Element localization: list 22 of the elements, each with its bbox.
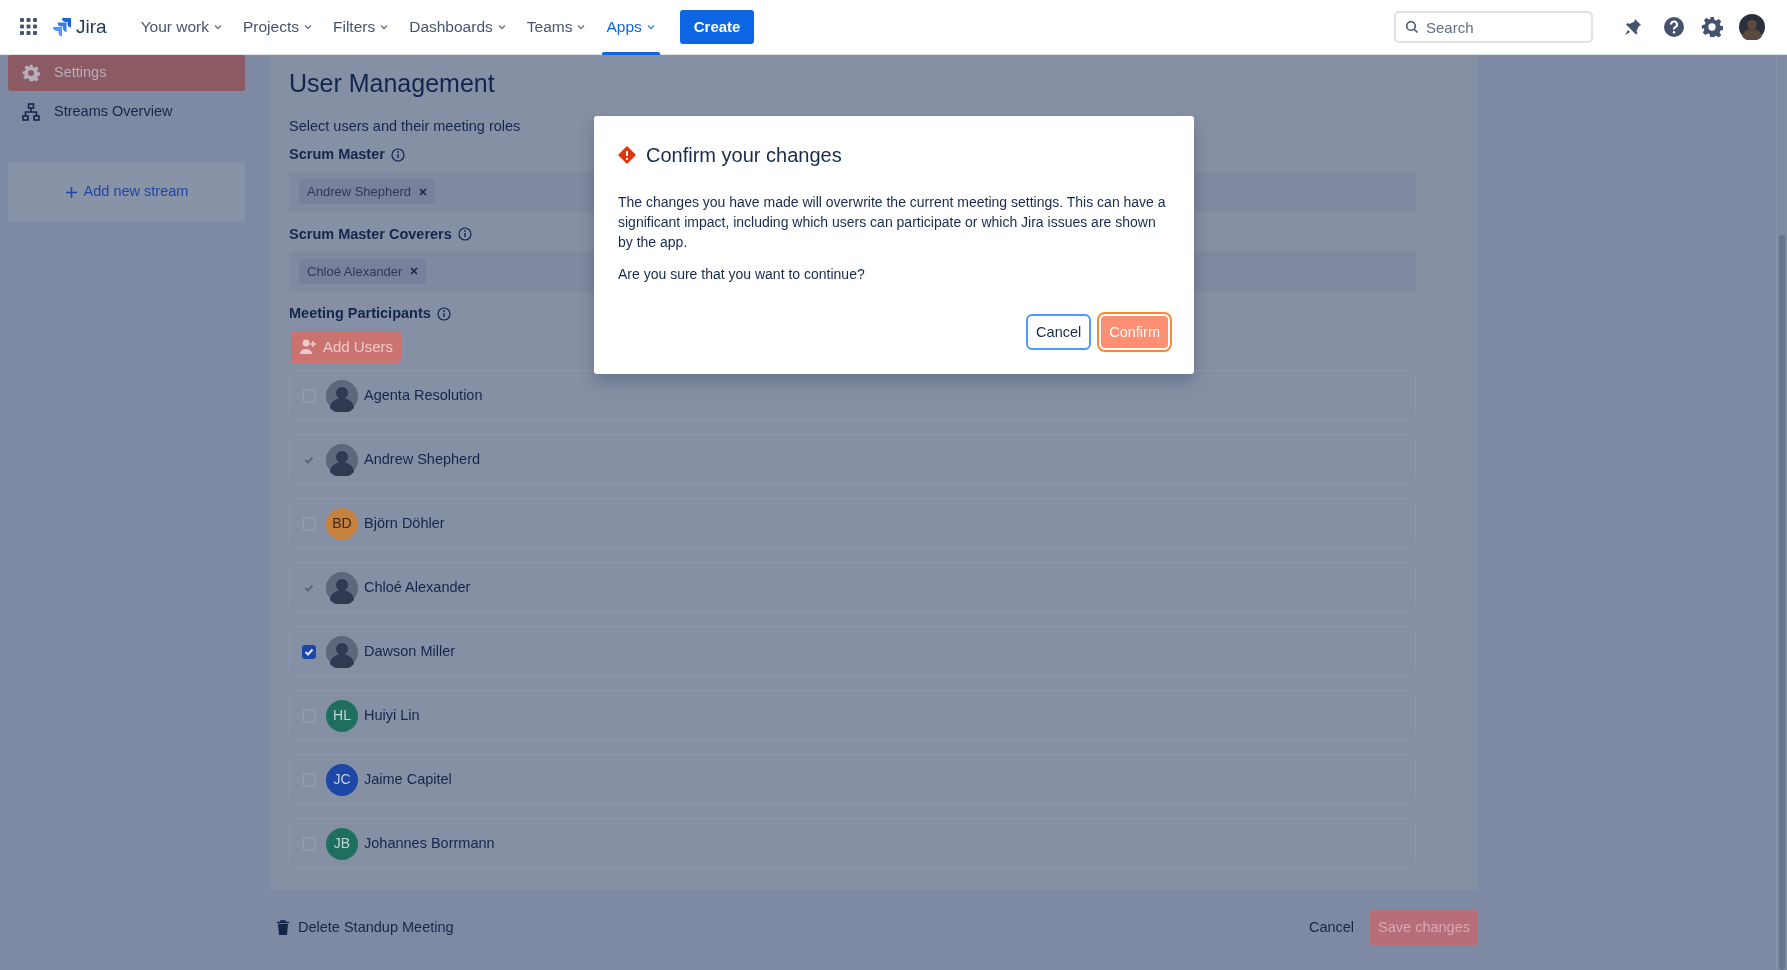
field-label: Scrum Master Coverers bbox=[289, 224, 452, 244]
user-name: Björn Döhler bbox=[364, 513, 445, 533]
user-name: Huiyi Lin bbox=[364, 705, 420, 725]
page-title: User Management bbox=[289, 68, 496, 98]
user-name: Jaime Capitel bbox=[364, 769, 452, 789]
page-subtitle: Select users and their meeting roles bbox=[289, 117, 522, 136]
dialog-text: Are you sure that you want to continue? bbox=[618, 265, 866, 284]
user-name: Dawson Miller bbox=[364, 641, 456, 661]
user-name: Andrew Shepherd bbox=[364, 449, 481, 469]
user-tag: Chloé Alexander bbox=[299, 258, 427, 284]
dialog-text: The changes you have made will overwrite the current meeting settings. This can have a significant impact, including which users can participate or which Jira issues are shown by the app. bbox=[618, 193, 1167, 252]
user-name: Johannes Borrmann bbox=[364, 833, 495, 853]
user-name: Chloé Alexander bbox=[364, 577, 471, 597]
field-label: Scrum Master bbox=[289, 144, 385, 164]
dialog-title: Confirm your changes bbox=[646, 143, 842, 168]
user-name: Agenta Resolution bbox=[364, 385, 483, 405]
avatar: JB bbox=[326, 827, 358, 860]
field-label: Meeting Participants bbox=[289, 304, 431, 324]
user-tag: Andrew Shepherd bbox=[299, 178, 436, 205]
avatar: HL bbox=[326, 699, 358, 732]
avatar: JC bbox=[326, 763, 358, 796]
avatar: BD bbox=[326, 507, 358, 540]
